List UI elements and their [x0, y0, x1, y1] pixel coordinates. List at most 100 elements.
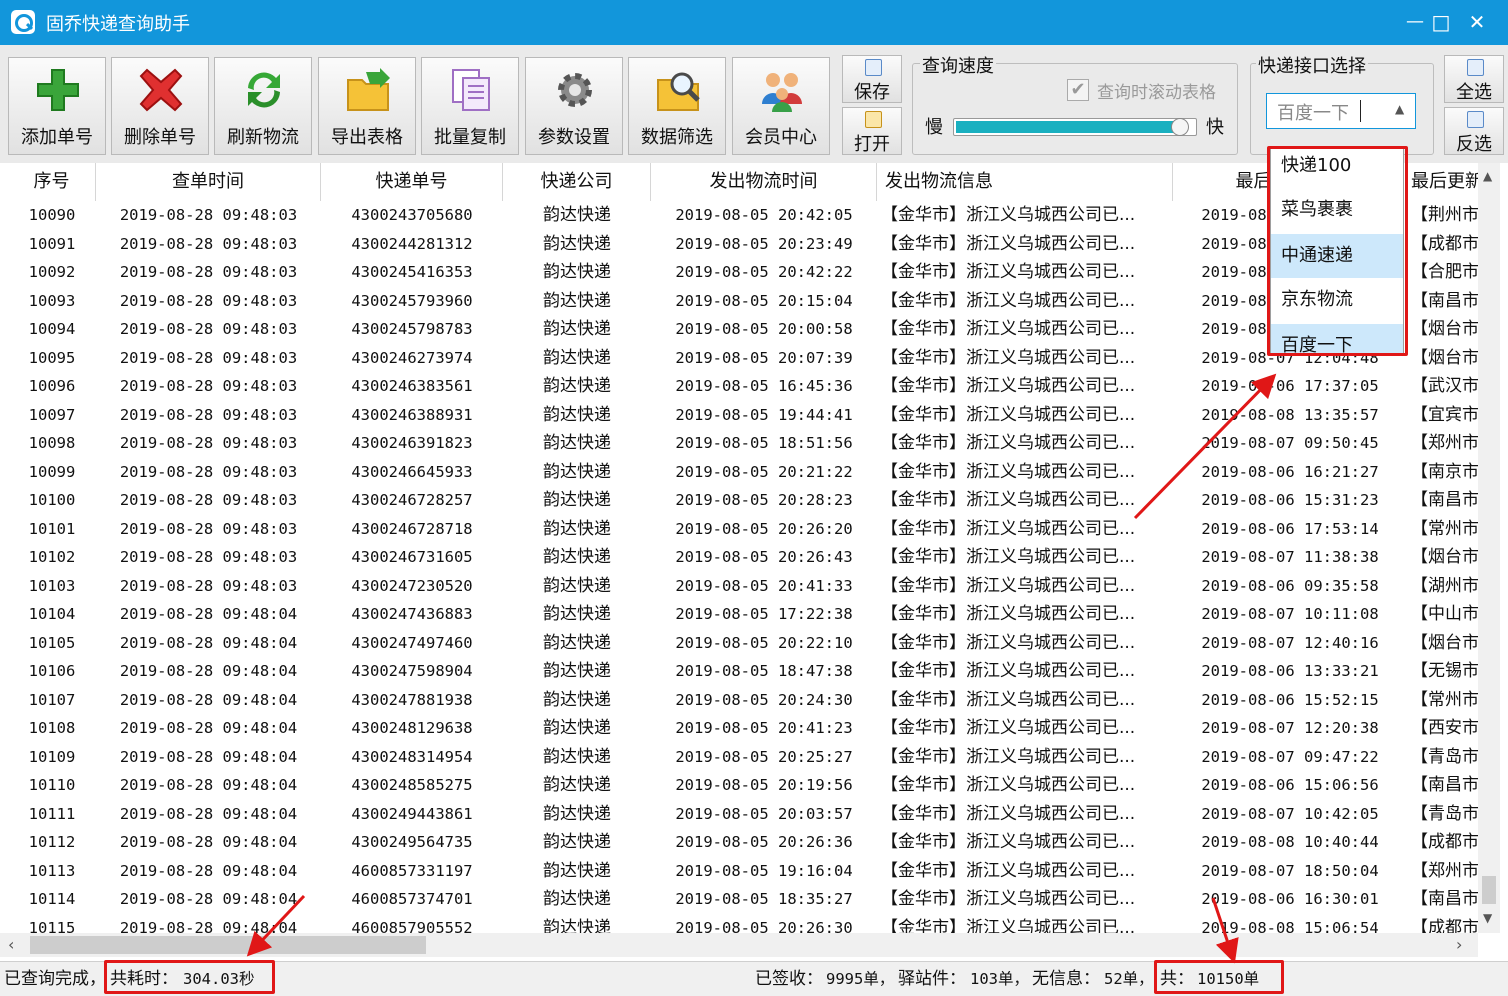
table-row[interactable]: 10103 2019-08-28 09:48:03 4300247230520 韵达快…	[0, 572, 1479, 601]
maximize-button[interactable]: □	[1424, 6, 1458, 38]
table-cell: 【烟台市	[1411, 347, 1479, 368]
table-cell: 【金华市】浙江义乌城西公司已...	[881, 518, 1136, 539]
table-cell: 2019-08-28 09:48:04	[119, 633, 298, 652]
table-cell: 2019-08-28 09:48:03	[119, 405, 298, 424]
table-cell: 2019-08-06 13:33:21	[1201, 662, 1379, 680]
scroll-right-icon[interactable]: ›	[1456, 935, 1462, 954]
table-row[interactable]: 10108 2019-08-28 09:48:04 4300248129638 韵达快…	[0, 714, 1479, 743]
horizontal-scrollbar[interactable]: ‹ ›	[0, 933, 1478, 957]
elapsed-highlight-box	[104, 960, 275, 994]
table-cell: 4300248585275	[351, 776, 473, 794]
table-cell: 4300245793960	[351, 291, 473, 310]
scroll-up-icon[interactable]: ▲	[1483, 169, 1492, 183]
refresh-logistics-label: 刷新物流	[227, 127, 299, 148]
table-row[interactable]: 10094 2019-08-28 09:48:03 4300245798783 韵达快…	[0, 315, 1479, 344]
table-row[interactable]: 10091 2019-08-28 09:48:03 4300244281312 韵达快…	[0, 230, 1479, 259]
column-header[interactable]: 序号	[8, 163, 96, 201]
table-cell: 2019-08-28 09:48:03	[119, 576, 298, 595]
invert-select-button[interactable]: 反选	[1444, 107, 1504, 155]
save-label: 保存	[854, 82, 890, 103]
table-cell: 韵达快递	[543, 718, 611, 738]
column-header[interactable]: 查单时间	[96, 163, 321, 201]
table-cell: 2019-08-05 20:15:04	[675, 291, 853, 310]
chevron-up-icon[interactable]: ▲	[1395, 102, 1404, 116]
table-row[interactable]: 10101 2019-08-28 09:48:03 4300246728718 韵达快…	[0, 515, 1479, 544]
table-row[interactable]: 10107 2019-08-28 09:48:04 4300247881938 韵达快…	[0, 686, 1479, 715]
table-cell: 10093	[28, 291, 76, 310]
table-cell: 2019-08-05 20:41:33	[675, 576, 853, 595]
table-cell: 10106	[28, 662, 76, 680]
table-row[interactable]: 10092 2019-08-28 09:48:03 4300245416353 韵达快…	[0, 258, 1479, 287]
table-cell: 【金华市】浙江义乌城西公司已...	[881, 290, 1136, 311]
table-cell: 10109	[28, 747, 76, 766]
data-filter-button[interactable]: 数据筛选	[628, 57, 726, 155]
column-header[interactable]: 快递单号	[321, 163, 503, 201]
table-cell: 10107	[28, 690, 76, 709]
table-cell: 2019-08-06 15:52:15	[1201, 690, 1379, 709]
table-row[interactable]: 10113 2019-08-28 09:48:04 4600857331197 韵达快…	[0, 857, 1479, 886]
open-button[interactable]: 打开	[842, 107, 902, 155]
noinfo-label: 无信息：	[1032, 969, 1100, 989]
add-order-button[interactable]: 添加单号	[8, 57, 106, 155]
speed-slider-thumb[interactable]	[1171, 118, 1189, 136]
table-cell: 2019-08-06 15:06:56	[1201, 776, 1379, 794]
close-button[interactable]: ✕	[1460, 6, 1494, 38]
column-header[interactable]: 快递公司	[503, 163, 651, 201]
table-row[interactable]: 10098 2019-08-28 09:48:03 4300246391823 韵达快…	[0, 429, 1479, 458]
table-row[interactable]: 10095 2019-08-28 09:48:03 4300246273974 韵达快…	[0, 344, 1479, 373]
member-icon	[762, 73, 802, 112]
scroll-table-checkbox[interactable]: ✔	[1067, 79, 1089, 101]
save-button[interactable]: 保存	[842, 55, 902, 103]
delete-order-button[interactable]: 删除单号	[111, 57, 209, 155]
table-cell: 4300246391823	[351, 434, 473, 452]
table-row[interactable]: 10099 2019-08-28 09:48:03 4300246645933 韵达快…	[0, 458, 1479, 487]
scroll-left-icon[interactable]: ‹	[8, 935, 14, 954]
table-cell: 10090	[28, 206, 76, 224]
table-cell: 2019-08-07 10:11:08	[1201, 605, 1379, 623]
speed-slider[interactable]	[953, 118, 1197, 136]
vertical-scrollbar[interactable]: ▲ ▼	[1478, 163, 1500, 933]
horizontal-scroll-thumb[interactable]	[30, 936, 426, 954]
table-row[interactable]: 10096 2019-08-28 09:48:03 4300246383561 韵达快…	[0, 372, 1479, 401]
table-row[interactable]: 10097 2019-08-28 09:48:03 4300246388931 韵达快…	[0, 401, 1479, 430]
table-row[interactable]: 10109 2019-08-28 09:48:04 4300248314954 韵达快…	[0, 743, 1479, 772]
table-cell: 【金华市】浙江义乌城西公司已...	[881, 575, 1136, 596]
column-header[interactable]: 发出物流时间	[651, 163, 877, 201]
table-cell: 2019-08-28 09:48:03	[119, 462, 298, 481]
export-table-button[interactable]: 导出表格	[318, 57, 416, 155]
table-row[interactable]: 10100 2019-08-28 09:48:03 4300246728257 韵达快…	[0, 486, 1479, 515]
table-row[interactable]: 10106 2019-08-28 09:48:04 4300247598904 韵达快…	[0, 657, 1479, 686]
batch-copy-button[interactable]: 批量复制	[421, 57, 519, 155]
table-cell: 2019-08-28 09:48:03	[119, 348, 298, 367]
table-row[interactable]: 10093 2019-08-28 09:48:03 4300245793960 韵达快…	[0, 287, 1479, 316]
table-cell: 10091	[28, 234, 76, 253]
table-cell: 4300247497460	[351, 633, 473, 652]
refresh-logistics-button[interactable]: 刷新物流	[214, 57, 312, 155]
table-row[interactable]: 10110 2019-08-28 09:48:04 4300248585275 韵达快…	[0, 771, 1479, 800]
signed-value: 9995单，	[826, 970, 895, 988]
table-row[interactable]: 10112 2019-08-28 09:48:04 4300249564735 韵达快…	[0, 828, 1479, 857]
table-cell: 10094	[28, 320, 76, 338]
api-select[interactable]: 百度一下 ▲	[1266, 93, 1416, 129]
column-header[interactable]: 最后更新	[1407, 163, 1482, 201]
table-row[interactable]: 10104 2019-08-28 09:48:04 4300247436883 韵达快…	[0, 600, 1479, 629]
settings-button[interactable]: 参数设置	[525, 57, 623, 155]
table-cell: 【湖州市	[1411, 575, 1479, 596]
vertical-scroll-thumb[interactable]	[1482, 876, 1496, 904]
table-cell: 2019-08-06 16:30:01	[1201, 890, 1379, 908]
table-cell: 【郑州市	[1411, 860, 1479, 881]
table-row[interactable]: 10090 2019-08-28 09:48:03 4300243705680 韵达快…	[0, 201, 1479, 230]
table-row[interactable]: 10111 2019-08-28 09:48:04 4300249443861 韵达快…	[0, 800, 1479, 829]
table-cell: 【西安市	[1411, 718, 1479, 738]
table-row[interactable]: 10105 2019-08-28 09:48:04 4300247497460 韵达快…	[0, 629, 1479, 658]
speed-group-title: 查询速度	[920, 52, 996, 78]
table-cell: 【金华市】浙江义乌城西公司已...	[881, 775, 1136, 795]
table-row[interactable]: 10114 2019-08-28 09:48:04 4600857374701 韵达快…	[0, 885, 1479, 914]
select-all-button[interactable]: 全选	[1444, 55, 1504, 103]
column-header[interactable]: 发出物流信息	[877, 163, 1173, 201]
scroll-down-icon[interactable]: ▼	[1483, 911, 1492, 925]
invert-select-icon	[1467, 111, 1484, 128]
table-cell: 10103	[28, 576, 76, 595]
member-center-button[interactable]: 会员中心	[732, 57, 830, 155]
table-row[interactable]: 10102 2019-08-28 09:48:03 4300246731605 韵达快…	[0, 543, 1479, 572]
